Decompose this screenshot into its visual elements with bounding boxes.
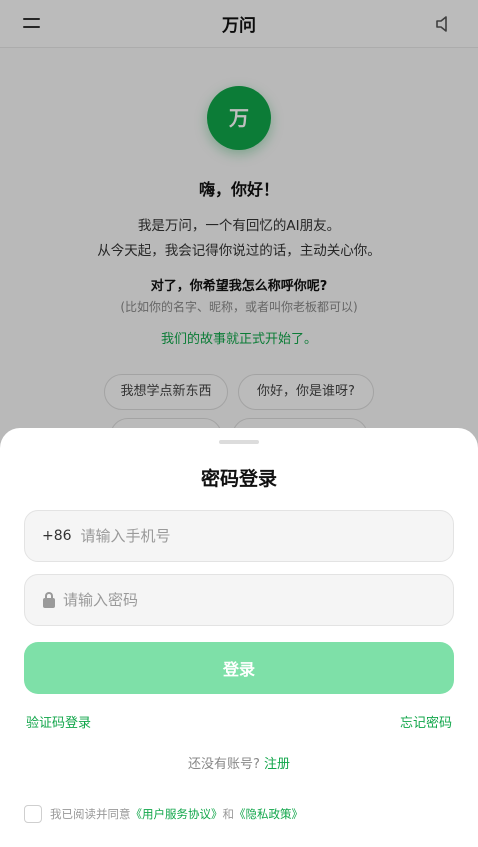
register-row: 还没有账号? 注册 xyxy=(0,753,478,772)
agreement-prefix: 我已阅读并同意 xyxy=(50,807,131,821)
country-code[interactable]: +86 xyxy=(42,528,72,544)
agreement-and: 和 xyxy=(222,807,235,821)
phone-field: +86 xyxy=(24,510,454,562)
phone-input[interactable] xyxy=(80,511,453,561)
terms-link[interactable]: 《用户服务协议》 xyxy=(131,806,223,822)
sms-login-link[interactable]: 验证码登录 xyxy=(26,712,91,731)
agreement-checkbox[interactable] xyxy=(24,805,42,823)
login-button[interactable]: 登录 xyxy=(24,642,454,694)
no-account-text: 还没有账号? xyxy=(188,757,260,772)
register-link[interactable]: 注册 xyxy=(264,757,290,772)
password-field xyxy=(24,574,454,626)
lock-icon xyxy=(43,592,55,608)
forgot-password-link[interactable]: 忘记密码 xyxy=(400,712,452,731)
sheet-drag-handle[interactable] xyxy=(219,440,259,444)
privacy-link[interactable]: 《隐私政策》 xyxy=(234,806,303,822)
login-sheet: 密码登录 +86 登录 验证码登录 忘记密码 还没有账号? 注册 我已阅读并同意 … xyxy=(0,428,478,847)
agreement-row: 我已阅读并同意 《用户服务协议》 和 《隐私政策》 xyxy=(24,805,303,823)
password-input[interactable] xyxy=(63,575,453,625)
login-title: 密码登录 xyxy=(200,468,277,490)
